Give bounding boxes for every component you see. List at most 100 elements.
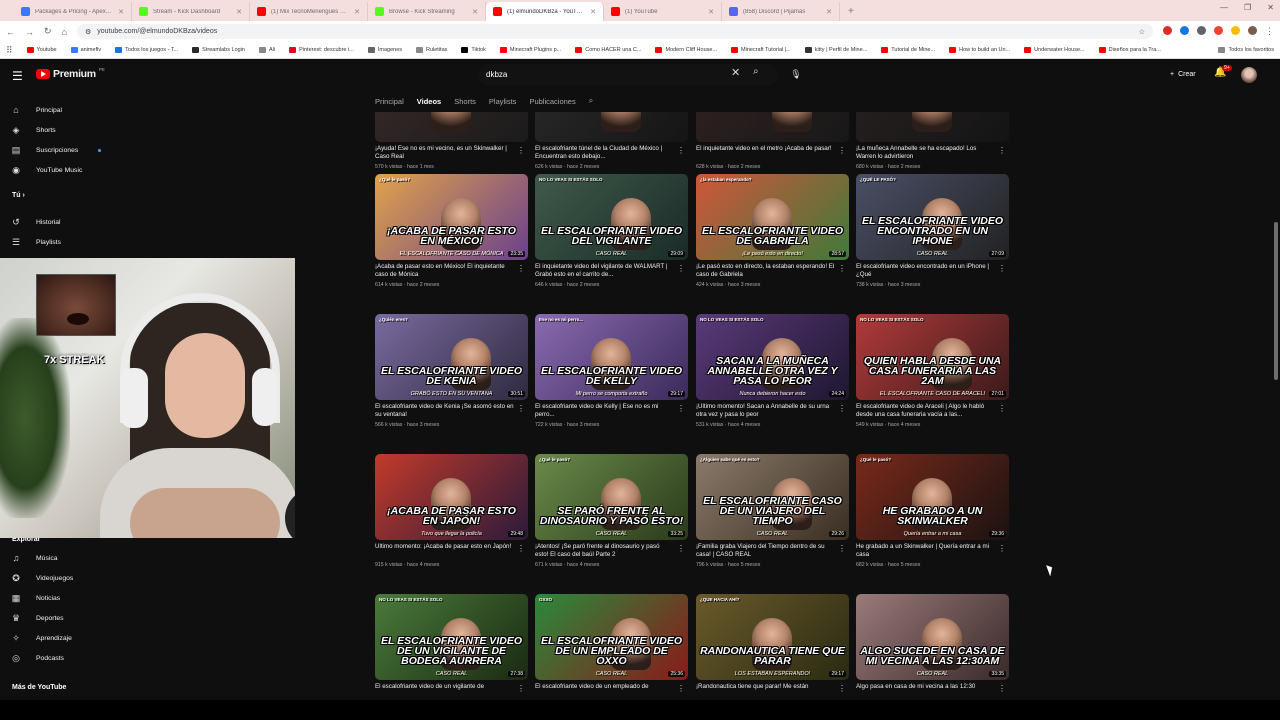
video-title[interactable]: ¡La muñeca Annabelle se ha escapado! Los… bbox=[856, 145, 1009, 161]
video-title[interactable]: Algo pasa en casa de mi vecina a las 12:… bbox=[856, 683, 1009, 699]
tab-close-icon[interactable]: ✕ bbox=[118, 8, 124, 16]
sidebar-section-you[interactable]: Tú › bbox=[12, 192, 25, 199]
more-options-icon[interactable]: ⋮ bbox=[998, 544, 1006, 553]
bookmark-item[interactable]: Diseños para la Tra... bbox=[1098, 47, 1161, 53]
more-options-icon[interactable]: ⋮ bbox=[998, 684, 1006, 693]
bookmark-item[interactable]: animeflv bbox=[70, 47, 101, 53]
sidebar-item-deportes[interactable]: ♛ Deportes bbox=[10, 612, 64, 624]
bookmark-item[interactable]: Como HACER una C... bbox=[575, 47, 641, 53]
minimize-icon[interactable]: — bbox=[1220, 3, 1228, 12]
tab-playlists[interactable]: Playlists bbox=[489, 97, 517, 106]
bookmark-item[interactable]: Minecraft Plugins p... bbox=[499, 47, 561, 53]
microphone-icon[interactable]: 🎙 bbox=[786, 64, 806, 84]
video-card[interactable]: ¿Qué le pasó? HE GRABADO A UN SKINWALKER Q… bbox=[856, 454, 1009, 568]
video-card[interactable]: Ese no es mi perro... EL ESCALOFRIANTE VI… bbox=[535, 314, 688, 428]
video-card[interactable]: ALGO SUCEDE EN CASA DE MI VECINA A LAS 1… bbox=[856, 594, 1009, 699]
apps-icon[interactable]: ⠿ bbox=[6, 45, 13, 56]
video-card[interactable]: ¡ACABA DE PASAR ESTO EN JAPÓN! Tuvo que l… bbox=[375, 454, 528, 568]
bookmark-item[interactable]: Minecraft Tutorial |... bbox=[731, 47, 791, 53]
video-title[interactable]: El inquietante video en el metro ¡Acaba … bbox=[696, 145, 849, 161]
video-title[interactable]: ¡Randonautica tiene que parar! Me están bbox=[696, 683, 849, 699]
sidebar-item-videojuegos[interactable]: ✪ Videojuegos bbox=[10, 572, 73, 584]
video-card[interactable]: ¡La muñeca Annabelle se ha escapado! Los… bbox=[856, 112, 1009, 170]
video-thumbnail[interactable]: ¿QUÉ LE PASÓ? EL ESCALOFRIANTE VIDEO ENCO… bbox=[856, 174, 1009, 260]
create-button[interactable]: + Crear bbox=[1164, 66, 1202, 83]
video-card[interactable]: ¿QUÉ LE PASÓ? EL ESCALOFRIANTE VIDEO ENCO… bbox=[856, 174, 1009, 288]
bookmark-item[interactable]: Underwater House... bbox=[1024, 47, 1085, 53]
bookmark-item[interactable]: Youtube bbox=[26, 47, 57, 53]
video-title[interactable]: El escalofriante video de Kenia ¡Se asom… bbox=[375, 403, 528, 419]
new-tab-icon[interactable]: + bbox=[840, 2, 862, 21]
bookmark-item[interactable]: kitty | Perfil de Mine... bbox=[804, 47, 867, 53]
more-options-icon[interactable]: ⋮ bbox=[517, 544, 525, 553]
video-thumbnail[interactable] bbox=[696, 112, 849, 142]
video-thumbnail[interactable]: NO LO VEAS SI ESTÁS SOLO SACAN A LA MUÑEC… bbox=[696, 314, 849, 400]
video-card[interactable]: ¿Quién eres? EL ESCALOFRIANTE VIDEO DE KE… bbox=[375, 314, 528, 428]
video-title[interactable]: El escalofriante video de un vigilante d… bbox=[375, 683, 528, 699]
sidebar-item-aprendizaje[interactable]: ✧ Aprendizaje bbox=[10, 632, 72, 644]
video-title[interactable]: El escalofriante video de Araceli | Algo… bbox=[856, 403, 1009, 419]
video-thumbnail[interactable] bbox=[856, 112, 1009, 142]
more-options-icon[interactable]: ⋮ bbox=[838, 264, 846, 273]
sidebar-item-podcasts[interactable]: ◎ Podcasts bbox=[10, 652, 64, 664]
forward-icon[interactable]: → bbox=[25, 27, 34, 37]
sidebar-item-suscripciones[interactable]: ▤ Suscripciones bbox=[10, 144, 102, 156]
more-options-icon[interactable]: ⋮ bbox=[998, 146, 1006, 155]
tab-shorts[interactable]: Shorts bbox=[454, 97, 476, 106]
sidebar-item-historial[interactable]: ↺ Historial bbox=[10, 216, 60, 228]
browser-tab[interactable]: Packages & Pricing - Apex Hosting ✕ bbox=[14, 2, 132, 21]
video-thumbnail[interactable]: ¡ACABA DE PASAR ESTO EN JAPÓN! Tuvo que l… bbox=[375, 454, 528, 540]
url-field[interactable]: ⚙ youtube.com/@elmundoDKBza/videos ☆ bbox=[76, 24, 1153, 39]
video-thumbnail[interactable] bbox=[375, 112, 528, 142]
tab-close-icon[interactable]: ✕ bbox=[354, 8, 360, 16]
more-options-icon[interactable]: ⋮ bbox=[677, 264, 685, 273]
bookmark-item[interactable]: Streamlabs Login bbox=[192, 47, 245, 53]
video-title[interactable]: ¡Atentos! ¡Se paró frente al dinosaurio … bbox=[535, 543, 688, 559]
bookmark-star-icon[interactable]: ☆ bbox=[1139, 28, 1145, 36]
avatar[interactable] bbox=[1241, 67, 1257, 83]
video-card[interactable]: ¿Alguien sabe qué es esto? EL ESCALOFRIAN… bbox=[696, 454, 849, 568]
video-thumbnail[interactable]: NO LO VEAS SI ESTÁS SOLO EL ESCALOFRIANTE… bbox=[535, 174, 688, 260]
video-thumbnail[interactable]: ALGO SUCEDE EN CASA DE MI VECINA A LAS 1… bbox=[856, 594, 1009, 680]
video-thumbnail[interactable]: ¿Quién eres? EL ESCALOFRIANTE VIDEO DE KE… bbox=[375, 314, 528, 400]
video-title[interactable]: El inquietante video del vigilante de WA… bbox=[535, 263, 688, 279]
video-thumbnail[interactable]: NO LO VEAS SI ESTÁS SOLO EL ESCALOFRIANTE… bbox=[375, 594, 528, 680]
tab-publicaciones[interactable]: Publicaciones bbox=[529, 97, 575, 106]
scrollbar-thumb[interactable] bbox=[1274, 222, 1278, 380]
video-thumbnail[interactable]: ¿Qué le pasó? ¡ACABA DE PASAR ESTO EN MÉX… bbox=[375, 174, 528, 260]
video-card[interactable]: NO LO VEAS SI ESTÁS SOLO QUIEN HABLA DESD… bbox=[856, 314, 1009, 428]
maximize-icon[interactable]: ❐ bbox=[1244, 3, 1251, 12]
extension-icon[interactable] bbox=[1163, 26, 1172, 35]
video-card[interactable]: ¿la estaban esperando? EL ESCALOFRIANTE V… bbox=[696, 174, 849, 288]
browser-tab[interactable]: Browse - Kick Streaming ✕ bbox=[368, 2, 486, 21]
more-options-icon[interactable]: ⋮ bbox=[838, 684, 846, 693]
video-thumbnail[interactable]: ¿Qué le pasó? SE PARÓ FRENTE AL DINOSAURI… bbox=[535, 454, 688, 540]
bookmark-item[interactable]: Modern Cliff House... bbox=[655, 47, 717, 53]
video-thumbnail[interactable]: ¿Alguien sabe qué es esto? EL ESCALOFRIAN… bbox=[696, 454, 849, 540]
bookmark-item[interactable]: How to build an Un... bbox=[949, 47, 1010, 53]
video-title[interactable]: ¡Familia graba Viajero del Tiempo dentro… bbox=[696, 543, 849, 559]
more-options-icon[interactable]: ⋮ bbox=[517, 146, 525, 155]
video-title[interactable]: Último momento: ¡Acaba de pasar esto en … bbox=[375, 543, 528, 559]
video-title[interactable]: ¡Acaba de pasar esto en México! El inqui… bbox=[375, 263, 528, 279]
sidebar-item-principal[interactable]: ⌂ Principal bbox=[10, 104, 62, 116]
home-browser-icon[interactable]: ⌂ bbox=[62, 27, 67, 37]
extension-icon[interactable] bbox=[1180, 26, 1189, 35]
more-options-icon[interactable]: ⋮ bbox=[677, 146, 685, 155]
close-window-icon[interactable]: ✕ bbox=[1267, 3, 1274, 12]
channel-search-icon[interactable]: ⌕ bbox=[589, 96, 593, 106]
tab-close-icon[interactable]: ✕ bbox=[236, 8, 242, 16]
video-card[interactable]: ¿Qué le pasó? SE PARÓ FRENTE AL DINOSAURI… bbox=[535, 454, 688, 568]
menu-icon[interactable]: ☰ bbox=[12, 69, 23, 83]
more-options-icon[interactable]: ⋮ bbox=[838, 404, 846, 413]
video-card[interactable]: NO LO VEAS SI ESTÁS SOLO SACAN A LA MUÑEC… bbox=[696, 314, 849, 428]
video-thumbnail[interactable]: NO LO VEAS SI ESTÁS SOLO QUIEN HABLA DESD… bbox=[856, 314, 1009, 400]
bookmark-item[interactable]: Ali bbox=[258, 47, 275, 53]
more-options-icon[interactable]: ⋮ bbox=[517, 684, 525, 693]
video-card[interactable]: NO LO VEAS SI ESTÁS SOLO EL ESCALOFRIANTE… bbox=[375, 594, 528, 699]
video-card[interactable]: OXXO EL ESCALOFRIANTE VIDEO DE UN EMPLEAD… bbox=[535, 594, 688, 699]
search-icon[interactable]: ⌕ bbox=[753, 66, 759, 77]
bookmark-item[interactable]: Ruletitas bbox=[416, 47, 447, 53]
more-options-icon[interactable]: ⋮ bbox=[677, 544, 685, 553]
bookmark-item[interactable]: Tiktok bbox=[461, 47, 486, 53]
